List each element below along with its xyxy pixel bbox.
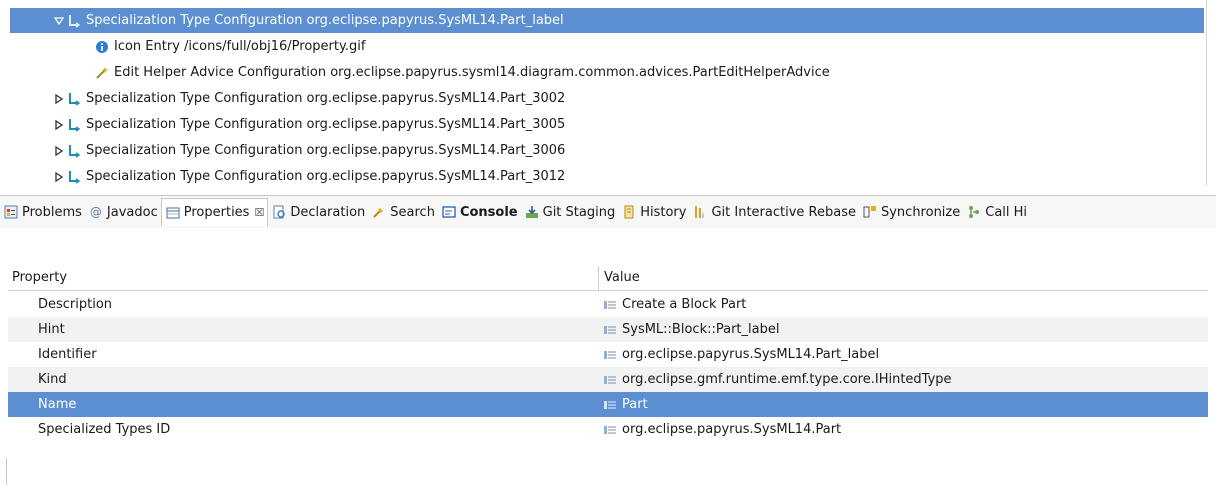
- declaration-icon: [271, 204, 287, 220]
- collapsed-triangle-icon[interactable]: [52, 144, 66, 158]
- property-value-cell: SysML::Block::Part_label: [604, 317, 779, 342]
- property-value-cell: org.eclipse.papyrus.SysML14.Part: [604, 417, 841, 442]
- tab-javadoc[interactable]: @ Javadoc: [85, 198, 161, 226]
- property-value: Part: [622, 397, 648, 412]
- tree-row-label: Specialization Type Configuration org.ec…: [86, 13, 564, 28]
- text-value-icon: [604, 299, 618, 311]
- property-name: Identifier: [38, 347, 97, 362]
- property-name: Kind: [38, 372, 67, 387]
- table-row[interactable]: Hint SysML::Block::Part_label: [8, 317, 1208, 342]
- specialization-type-icon: [66, 13, 82, 29]
- text-value-icon: [604, 324, 618, 336]
- tree-row-label: Specialization Type Configuration org.ec…: [86, 117, 566, 132]
- call-hierarchy-icon: [966, 204, 982, 220]
- properties-icon: [165, 205, 181, 221]
- wand-icon: [94, 65, 110, 81]
- property-name: Specialized Types ID: [38, 422, 171, 437]
- tree-row-part-3012[interactable]: Specialization Type Configuration org.ec…: [10, 164, 1204, 186]
- tab-history[interactable]: History: [618, 198, 689, 226]
- collapsed-triangle-icon[interactable]: [52, 92, 66, 106]
- tree-row-part-label[interactable]: Specialization Type Configuration org.ec…: [10, 8, 1204, 33]
- specialization-type-icon: [66, 117, 82, 133]
- tab-call-hierarchy[interactable]: Call Hi: [963, 198, 1030, 226]
- tree-row-label: Specialization Type Configuration org.ec…: [86, 143, 566, 158]
- property-value: SysML::Block::Part_label: [622, 322, 780, 337]
- synchronize-icon: [862, 204, 878, 220]
- text-value-icon: [604, 399, 618, 411]
- text-value-icon: [604, 424, 618, 436]
- tab-declaration[interactable]: Declaration: [268, 198, 368, 226]
- sash-edge: [6, 458, 7, 485]
- tree-row-icon-entry[interactable]: Icon Entry /icons/full/obj16/Property.gi…: [10, 34, 1204, 59]
- tree-row-label: Specialization Type Configuration org.ec…: [86, 91, 566, 106]
- tab-properties[interactable]: Properties ☒: [160, 198, 269, 226]
- tree-row-label: Icon Entry /icons/full/obj16/Property.gi…: [114, 39, 366, 54]
- table-header: Property Value: [8, 266, 1208, 291]
- column-header-value[interactable]: Value: [600, 266, 640, 290]
- text-value-icon: [604, 374, 618, 386]
- model-tree: Specialization Type Configuration org.ec…: [0, 0, 1216, 186]
- vertical-scrollbar[interactable]: [1206, 0, 1207, 186]
- table-row[interactable]: Description Create a Block Part: [8, 292, 1208, 317]
- property-value-cell: org.eclipse.gmf.runtime.emf.type.core.IH…: [604, 367, 952, 392]
- info-icon: [94, 39, 110, 55]
- tree-row-edit-helper-advice[interactable]: Edit Helper Advice Configuration org.ecl…: [10, 60, 1204, 85]
- property-value-cell: Create a Block Part: [604, 292, 746, 317]
- expanded-triangle-icon[interactable]: [52, 14, 66, 28]
- rebase-icon: i: [692, 204, 708, 220]
- close-icon[interactable]: ☒: [254, 206, 264, 219]
- column-divider[interactable]: [598, 266, 599, 290]
- table-row-selected[interactable]: Name Part: [8, 392, 1208, 417]
- specialization-type-icon: [66, 169, 82, 185]
- search-torch-icon: [371, 204, 387, 220]
- tree-row-label: Edit Helper Advice Configuration org.ecl…: [114, 65, 830, 80]
- console-icon: [441, 204, 457, 220]
- tab-git-interactive-rebase[interactable]: i Git Interactive Rebase: [689, 198, 859, 226]
- svg-text:i: i: [702, 212, 704, 219]
- specialization-type-icon: [66, 143, 82, 159]
- property-value-cell: org.eclipse.papyrus.SysML14.Part_label: [604, 342, 879, 367]
- property-value-cell: Part: [604, 392, 648, 417]
- property-value: org.eclipse.gmf.runtime.emf.type.core.IH…: [622, 372, 952, 387]
- property-value: org.eclipse.papyrus.SysML14.Part: [622, 422, 842, 437]
- property-name: Name: [38, 397, 77, 412]
- git-staging-icon: [524, 204, 540, 220]
- tree-row-label: Specialization Type Configuration org.ec…: [86, 169, 566, 184]
- tab-problems[interactable]: Problems: [0, 198, 85, 226]
- collapsed-triangle-icon[interactable]: [52, 170, 66, 184]
- at-sign-icon: @: [89, 205, 102, 219]
- column-header-property[interactable]: Property: [8, 266, 67, 290]
- tab-synchronize[interactable]: Synchronize: [859, 198, 963, 226]
- specialization-type-icon: [66, 91, 82, 107]
- property-name: Hint: [38, 322, 65, 337]
- view-tab-bar: Problems @ Javadoc Properties ☒ Declarat…: [0, 195, 1216, 228]
- tree-row-part-3006[interactable]: Specialization Type Configuration org.ec…: [10, 138, 1204, 163]
- property-value: org.eclipse.papyrus.SysML14.Part_label: [622, 347, 880, 362]
- history-icon: [621, 204, 637, 220]
- property-value: Create a Block Part: [622, 297, 747, 312]
- collapsed-triangle-icon[interactable]: [52, 118, 66, 132]
- table-row[interactable]: Identifier org.eclipse.papyrus.SysML14.P…: [8, 342, 1208, 367]
- properties-table: Property Value Description Create a Bloc…: [8, 266, 1208, 456]
- tree-row-part-3002[interactable]: Specialization Type Configuration org.ec…: [10, 86, 1204, 111]
- tab-git-staging[interactable]: Git Staging: [521, 198, 619, 226]
- table-row[interactable]: Kind org.eclipse.gmf.runtime.emf.type.co…: [8, 367, 1208, 392]
- problems-icon: [3, 204, 19, 220]
- tab-console[interactable]: Console: [438, 198, 521, 226]
- table-row[interactable]: Specialized Types ID org.eclipse.papyrus…: [8, 417, 1208, 442]
- text-value-icon: [604, 349, 618, 361]
- tree-row-part-3005[interactable]: Specialization Type Configuration org.ec…: [10, 112, 1204, 137]
- property-name: Description: [38, 297, 113, 312]
- tab-search[interactable]: Search: [368, 198, 438, 226]
